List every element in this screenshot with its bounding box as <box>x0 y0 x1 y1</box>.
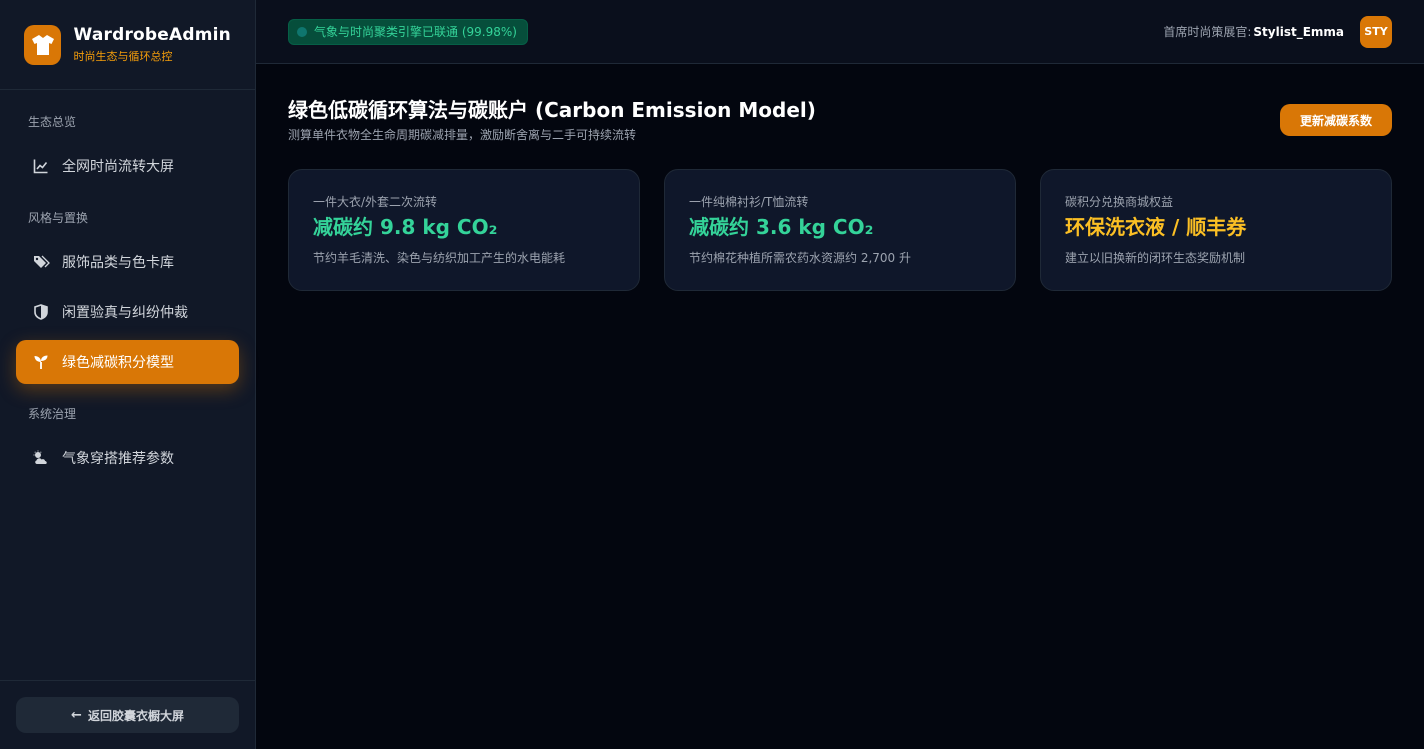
stat-card-rewards: 碳积分兑换商城权益 环保洗衣液 / 顺丰券 建立以旧换新的闭环生态奖励机制 <box>1040 169 1392 291</box>
card-label: 一件纯棉衬衫/T恤流转 <box>689 195 809 209</box>
shirt-icon <box>24 24 62 65</box>
avatar[interactable]: STY <box>1360 15 1392 48</box>
main-area: 气象与时尚聚类引擎已联通 (99.98%) 首席时尚策展官: Stylist_E… <box>256 0 1424 749</box>
shield-icon <box>32 303 50 321</box>
engine-status-badge: 气象与时尚聚类引擎已联通 (99.98%) <box>288 18 528 45</box>
stat-card-coat: 一件大衣/外套二次流转 减碳约 9.8 kg CO₂ 节约羊毛清洗、染色与纺织加… <box>288 169 640 291</box>
back-button-label: 返回胶囊衣橱大屏 <box>87 708 184 723</box>
tags-icon <box>32 253 50 271</box>
user-role-label: 首席时尚策展官: <box>1163 25 1252 39</box>
sidebar: WardrobeAdmin 时尚生态与循环总控 生态总览 全网时尚流转大屏 风格… <box>0 0 256 749</box>
stat-cards: 一件大衣/外套二次流转 减碳约 9.8 kg CO₂ 节约羊毛清洗、染色与纺织加… <box>288 169 1392 291</box>
update-coefficient-button[interactable]: 更新减碳系数 <box>1279 104 1392 136</box>
status-dot-icon <box>297 26 307 37</box>
back-to-wardrobe-button[interactable]: ← 返回胶囊衣橱大屏 <box>16 697 239 733</box>
stat-card-shirt: 一件纯棉衬衫/T恤流转 减碳约 3.6 kg CO₂ 节约棉花种植所需农药水资源… <box>664 169 1016 291</box>
app-root: WardrobeAdmin 时尚生态与循环总控 生态总览 全网时尚流转大屏 风格… <box>0 0 1424 749</box>
content: 绿色低碳循环算法与碳账户 (Carbon Emission Model) 测算单… <box>256 64 1424 291</box>
page-subtitle: 测算单件衣物全生命周期碳减排量，激励断舍离与二手可持续流转 <box>288 128 637 142</box>
card-value: 减碳约 3.6 kg CO₂ <box>689 215 874 239</box>
nav-group-title: 系统治理 <box>28 407 77 421</box>
nav-group-title: 风格与置换 <box>28 211 89 225</box>
arrow-left-icon: ← <box>71 707 82 723</box>
seedling-icon <box>32 353 50 371</box>
sidebar-item-label: 绿色减碳积分模型 <box>62 355 174 371</box>
page-header: 绿色低碳循环算法与碳账户 (Carbon Emission Model) 测算单… <box>288 96 1392 143</box>
brand-title: WardrobeAdmin <box>73 25 231 45</box>
card-label: 碳积分兑换商城权益 <box>1065 195 1174 209</box>
sidebar-item-authentication[interactable]: 闲置验真与纠纷仲裁 <box>16 290 239 334</box>
card-description: 建立以旧换新的闭环生态奖励机制 <box>1065 251 1246 265</box>
brand-subtitle: 时尚生态与循环总控 <box>73 50 173 63</box>
cloud-sun-icon <box>32 449 50 467</box>
sidebar-item-carbon-model[interactable]: 绿色减碳积分模型 <box>16 340 239 384</box>
status-text: 气象与时尚聚类引擎已联通 (99.98%) <box>314 25 517 39</box>
sidebar-item-fashion-dashboard[interactable]: 全网时尚流转大屏 <box>16 144 239 188</box>
sidebar-footer: ← 返回胶囊衣橱大屏 <box>0 680 255 749</box>
card-description: 节约棉花种植所需农药水资源约 2,700 升 <box>689 251 911 265</box>
topbar: 气象与时尚聚类引擎已联通 (99.98%) 首席时尚策展官: Stylist_E… <box>256 0 1424 64</box>
sidebar-item-weather-params[interactable]: 气象穿搭推荐参数 <box>16 436 239 480</box>
user-name: Stylist_Emma <box>1253 24 1344 39</box>
nav-group-title: 生态总览 <box>28 115 77 129</box>
card-value: 环保洗衣液 / 顺丰券 <box>1065 215 1247 239</box>
card-label: 一件大衣/外套二次流转 <box>313 195 438 209</box>
sidebar-item-label: 闲置验真与纠纷仲裁 <box>62 305 188 321</box>
sidebar-item-label: 全网时尚流转大屏 <box>62 159 174 175</box>
brand: WardrobeAdmin 时尚生态与循环总控 <box>0 0 255 90</box>
card-value: 减碳约 9.8 kg CO₂ <box>313 215 498 239</box>
page-title: 绿色低碳循环算法与碳账户 (Carbon Emission Model) <box>288 98 816 122</box>
sidebar-item-label: 服饰品类与色卡库 <box>62 255 174 271</box>
sidebar-item-category-palette[interactable]: 服饰品类与色卡库 <box>16 240 239 284</box>
card-description: 节约羊毛清洗、染色与纺织加工产生的水电能耗 <box>313 251 566 265</box>
chart-line-icon <box>32 157 50 175</box>
sidebar-nav: 生态总览 全网时尚流转大屏 风格与置换 服饰品类与色卡库 闲置验真与纠纷仲裁 绿… <box>0 90 255 749</box>
user-info: 首席时尚策展官: Stylist_Emma STY <box>1163 15 1392 48</box>
sidebar-item-label: 气象穿搭推荐参数 <box>62 451 174 467</box>
